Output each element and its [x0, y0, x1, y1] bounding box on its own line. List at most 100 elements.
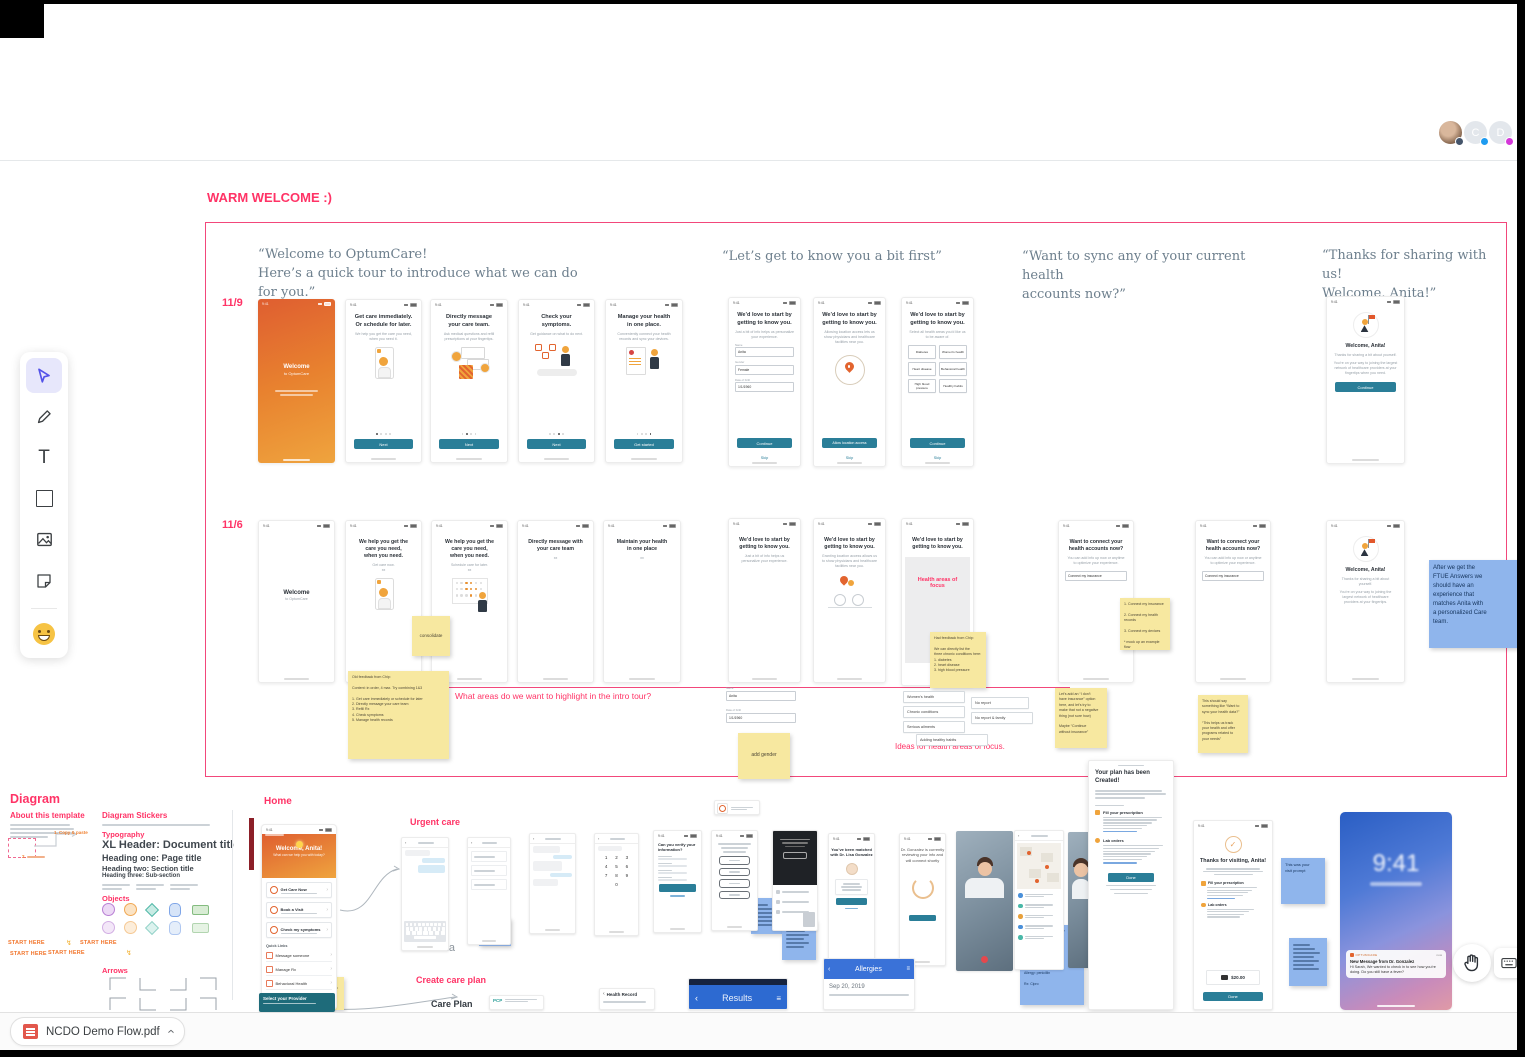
mini-phone-dialpad[interactable]: ‹1234567890 — [594, 833, 639, 936]
canvas-quote-text[interactable]: “Want to sync any of your current health… — [1022, 248, 1272, 305]
select-tool[interactable] — [26, 358, 62, 393]
xl-header-sample: XL Header: Document title — [102, 839, 234, 851]
object-shapes-row — [102, 921, 232, 937]
heading-two-sample: Heading two: Section title — [102, 864, 194, 873]
phone-mockup[interactable]: 9:41Manage your health in one place.Conv… — [605, 299, 683, 463]
collaborator-avatar[interactable] — [1437, 119, 1464, 146]
heading-three-sample: Heading three: Sub-section — [102, 873, 180, 879]
floating-field[interactable]: NameAnita — [726, 686, 796, 701]
collaborator-avatar[interactable]: D — [1487, 119, 1514, 146]
section-title[interactable]: WARM WELCOME :) — [207, 190, 332, 205]
canvas-label[interactable]: Home — [264, 796, 464, 807]
mini-phone-provider[interactable]: Select your Provider — [259, 993, 335, 1012]
sticky-note-tool[interactable] — [26, 563, 62, 598]
mini-phone-map[interactable]: ‹ — [1014, 830, 1064, 970]
floating-chip[interactable]: Chronic conditions — [903, 706, 965, 718]
phone-mockup[interactable]: 9:41Welcome, Anita!Thanks for sharing a … — [1326, 520, 1405, 683]
template-panel: Diagram About this template 1. Copy & pa… — [8, 790, 234, 1012]
object-shapes-row — [102, 903, 232, 919]
phone-mockup[interactable]: 9:41Maintain your health in one placexx — [603, 520, 681, 683]
download-filename: NCDO Demo Flow.pdf — [46, 1026, 160, 1038]
mini-phone-chat-kb[interactable]: ‹ — [401, 837, 449, 951]
mini-phone-manote[interactable] — [714, 800, 760, 815]
browser-window: WARM WELCOME :) Diagram About this templ… — [0, 0, 1517, 1050]
mini-phone-lockscreen[interactable]: 9:41OPTUMCAREnowNew Message from Dr. Gon… — [1340, 812, 1452, 1010]
floating-chip[interactable]: No report — [971, 697, 1029, 709]
phone-mockup[interactable]: 9:41We’d love to start by getting to kno… — [901, 297, 974, 467]
phone-mockup[interactable]: 9:41Check your symptoms.Get guidance on … — [518, 299, 595, 463]
mini-phone-home[interactable]: 9:41Welcome, Anita!What can we help you … — [261, 824, 337, 1010]
pencil-tool[interactable] — [26, 399, 62, 434]
image-tool[interactable] — [26, 522, 62, 557]
canvas-label[interactable]: Create care plan — [416, 975, 616, 985]
mini-phone-chat[interactable]: ‹ — [529, 833, 576, 934]
phone-mockup[interactable]: 9:41We’d love to start by getting to kno… — [728, 518, 801, 683]
sticky-note[interactable]: add gender — [738, 733, 790, 779]
sticky-note[interactable]: This should say something like “Want to … — [1198, 695, 1248, 753]
phone-mockup[interactable]: 9:41Want to connect your health accounts… — [1195, 520, 1271, 683]
heading-one-sample: Heading one: Page title — [102, 853, 202, 863]
date-label[interactable]: 11/9 — [222, 297, 262, 309]
phone-mockup[interactable]: 9:41We help you get the care you need, w… — [431, 520, 508, 683]
canvas-quote-text[interactable]: “Welcome to OptumCare! Here’s a quick to… — [258, 246, 588, 303]
text-tool[interactable]: T — [26, 440, 62, 475]
collaborator-avatar[interactable]: C — [1462, 119, 1489, 146]
phone-mockup[interactable]: 9:41Welcome, Anita!Thanks for sharing a … — [1326, 296, 1405, 464]
phone-mockup[interactable]: 9:41Get care immediately. Or schedule fo… — [345, 299, 422, 463]
chevron-up-icon[interactable]: › — [162, 1029, 177, 1033]
phone-mockup[interactable]: 9:41We help you get the care you need, w… — [345, 520, 422, 683]
mini-phone-verify[interactable]: 9:41Can you verify your information? — [653, 830, 702, 933]
object-shape — [102, 921, 115, 934]
object-shape — [192, 923, 209, 933]
shape-tool[interactable] — [26, 481, 62, 516]
sticky-note[interactable]: Let’s add an “I don’t have insurance” op… — [1055, 688, 1107, 748]
mini-phone-matched[interactable]: 9:41You’ve been matched with Dr. Lisa Go… — [828, 833, 875, 966]
downloaded-file-chip[interactable]: NCDO Demo Flow.pdf › — [10, 1017, 185, 1046]
keyboard-shortcuts-button[interactable] — [1494, 948, 1517, 978]
mini-phone-options[interactable]: 9:41 — [711, 830, 758, 931]
phone-mockup[interactable]: 9:41Directly message your care team.Ask … — [430, 299, 508, 463]
sticky-note[interactable]: Had feedback from Chip: We can directly … — [930, 632, 986, 688]
canvas-label[interactable]: Urgent care — [410, 817, 610, 827]
phone-mockup[interactable]: 9:41Directly message with your care team… — [517, 520, 594, 683]
floating-chip[interactable]: Women’s health — [903, 691, 965, 703]
objects-title: Objects — [102, 894, 130, 903]
emoji-tool[interactable] — [26, 617, 62, 652]
phone-mockup[interactable]: 9:41We’d love to start by getting to kno… — [728, 297, 801, 467]
mini-phone-dark[interactable] — [772, 830, 818, 931]
phone-mockup[interactable]: 9:41We’d love to start by getting to kno… — [813, 518, 886, 683]
mini-phone-allergies[interactable]: ‹Allergies≡Sep 20, 2019 — [823, 958, 915, 1010]
pdf-icon — [23, 1024, 38, 1039]
mini-phone-plan[interactable]: Your plan has been Created!Fill your pre… — [1088, 760, 1174, 1010]
phone-mockup[interactable]: 9:41We’d love to start by getting to kno… — [813, 297, 886, 467]
sticky-note[interactable]: consolidate — [412, 616, 450, 656]
sticky-note[interactable] — [1289, 938, 1327, 986]
sketch-step1-label: 1. Copy & paste — [54, 830, 88, 835]
sticky-note[interactable]: After we get the FTUE Answers we should … — [1429, 560, 1517, 648]
mini-phone-record[interactable]: ‹Health Record — [599, 988, 655, 1010]
mini-phone-thanks[interactable]: 9:41✓Thanks for visiting, Anita!Fill you… — [1193, 820, 1273, 1010]
about-template-title: About this template — [10, 811, 85, 820]
mini-phone-photo[interactable] — [956, 831, 1013, 971]
floating-field[interactable]: Date of birth1/1/1960 — [726, 708, 796, 723]
date-label[interactable]: 11/6 — [222, 519, 262, 531]
object-shape — [145, 921, 159, 935]
sticky-note[interactable]: Old feedback from Chip: Content: in orde… — [348, 671, 449, 759]
mini-phone-results[interactable]: ‹Results≡ — [688, 978, 788, 1010]
keyboard-icon — [1500, 954, 1517, 972]
stickers-text — [102, 822, 212, 828]
floating-chip[interactable]: No report & family — [971, 712, 1033, 724]
phone-mockup[interactable]: 9:41Welcometo OptumCare — [258, 299, 335, 463]
sticky-note[interactable]: This was your visit prompt — [1281, 858, 1325, 904]
mini-phone-waiting[interactable]: 9:41Dr. Gonzalez is currently reviewing … — [899, 833, 946, 966]
object-shape — [169, 921, 181, 935]
pan-hand-button[interactable] — [1453, 944, 1491, 982]
mini-phone-pcp[interactable]: PCP — [489, 995, 544, 1010]
mini-phone-list[interactable]: ‹ — [467, 837, 511, 945]
phone-mockup[interactable]: 9:41Welcometo OptumCare — [258, 520, 335, 683]
tool-divider — [31, 608, 57, 609]
sticky-note[interactable]: 1. Connect my insurance 2. Connect my he… — [1120, 598, 1170, 650]
canvas-quote-text[interactable]: “Let’s get to know you a bit first” — [722, 248, 982, 267]
floating-chip[interactable]: Serious ailments — [903, 721, 965, 733]
floating-chip[interactable]: Adding healthy habits — [916, 734, 988, 746]
